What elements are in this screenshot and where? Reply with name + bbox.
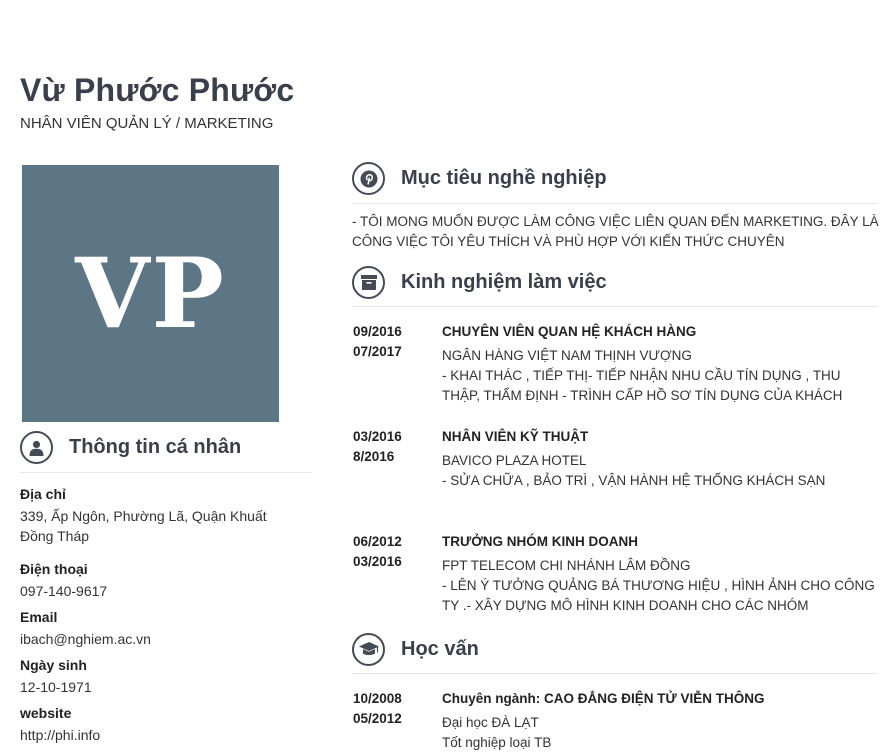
education-heading: Học vấn [352,633,479,666]
entry-school: Đại học ĐÀ LẠT [442,715,539,730]
entry-end-date: 05/2012 [353,711,402,726]
info-value: 097-140-9617 [20,583,108,599]
entry-end-date: 03/2016 [353,554,402,569]
entry-body: Chuyên ngành: CAO ĐẲNG ĐIỆN TỬ VIỄN THÔN… [442,689,882,753]
entry-start-date: 06/2012 [353,534,402,549]
entry-description: - KHAI THÁC , TIẾP THỊ- TIẾP NHẬN NHU CẦ… [442,368,843,403]
info-value: 12-10-1971 [20,679,92,695]
section-title: Mục tiêu nghề nghiệp [401,167,607,189]
objective-heading: Mục tiêu nghề nghiệp [352,162,607,195]
info-birthdate: Ngày sinh 12-10-1971 [20,657,310,697]
entry-start-date: 03/2016 [353,429,402,444]
info-label: Ngày sinh [20,657,87,673]
divider [352,306,878,307]
info-label: Email [20,609,58,625]
objective-text: - TÔI MONG MUỐN ĐƯỢC LÀM CÔNG VIỆC LIÊN … [352,214,879,249]
info-email: Email ibach@nghiem.ac.vn [20,609,310,649]
avatar-initials: VP [75,237,226,350]
entry-start-date: 10/2008 [353,691,402,706]
entry-start-date: 09/2016 [353,324,402,339]
entry-role: NHÂN VIÊN KỸ THUẬT [442,429,589,444]
experience-heading: Kinh nghiệm làm việc [352,266,607,299]
entry-organization: BAVICO PLAZA HOTEL [442,453,587,468]
info-value: 339, Ấp Ngôn, Phường Lã, Quận Khuất Đồng… [20,508,267,544]
entry-grade: Tốt nghiệp loại TB [442,735,552,750]
divider [352,203,878,204]
avatar: VP [22,165,279,422]
entry-end-date: 8/2016 [353,449,395,464]
candidate-name: Vừ Phước Phước [20,72,295,108]
personal-info-heading: Thông tin cá nhân [20,431,241,464]
section-title: Thông tin cá nhân [69,436,242,458]
divider [352,673,878,674]
entry-dates: 09/2016 07/2017 [353,322,433,362]
info-address: Địa chỉ 339, Ấp Ngôn, Phường Lã, Quận Kh… [20,486,310,546]
user-icon [20,431,53,464]
graduation-cap-icon [352,633,385,666]
entry-role: CHUYÊN VIÊN QUAN HỆ KHÁCH HÀNG [442,324,697,339]
section-title: Học vấn [401,638,479,660]
info-website: website http://phi.info [20,705,310,745]
cv-header: Vừ Phước Phước NHÂN VIÊN QUẢN LÝ / MARKE… [20,72,294,132]
entry-description: - SỬA CHỮA , BẢO TRÌ , VẬN HÀNH HỆ THỐNG… [442,473,826,488]
entry-dates: 10/2008 05/2012 [353,689,433,729]
info-label: Địa chỉ [20,486,66,502]
entry-organization: FPT TELECOM CHI NHÁNH LÂM ĐỒNG [442,558,691,573]
info-phone: Điện thoại 097-140-9617 [20,561,310,601]
entry-dates: 03/2016 8/2016 [353,427,433,467]
entry-description: - LÊN Ý TƯỞNG QUẢNG BÁ THƯƠNG HIỆU , HÌN… [442,578,875,613]
entry-end-date: 07/2017 [353,344,402,359]
pinterest-icon [352,162,385,195]
archive-icon [352,266,385,299]
info-value: ibach@nghiem.ac.vn [20,631,151,647]
section-title: Kinh nghiệm làm việc [401,271,607,293]
info-label: Điện thoại [20,561,88,577]
info-label: website [20,705,72,721]
entry-body: CHUYÊN VIÊN QUAN HỆ KHÁCH HÀNG NGÂN HÀNG… [442,322,882,406]
info-value[interactable]: http://phi.info [20,725,310,745]
divider [20,472,312,473]
entry-major: Chuyên ngành: CAO ĐẲNG ĐIỆN TỬ VIỄN THÔN… [442,691,765,706]
entry-body: NHÂN VIÊN KỸ THUẬT BAVICO PLAZA HOTEL - … [442,427,882,491]
entry-body: TRƯỞNG NHÓM KINH DOANH FPT TELECOM CHI N… [442,532,882,616]
candidate-title: NHÂN VIÊN QUẢN LÝ / MARKETING [20,115,274,132]
entry-role: TRƯỞNG NHÓM KINH DOANH [442,534,638,549]
entry-organization: NGÂN HÀNG VIỆT NAM THỊNH VƯỢNG [442,348,692,363]
entry-dates: 06/2012 03/2016 [353,532,433,572]
